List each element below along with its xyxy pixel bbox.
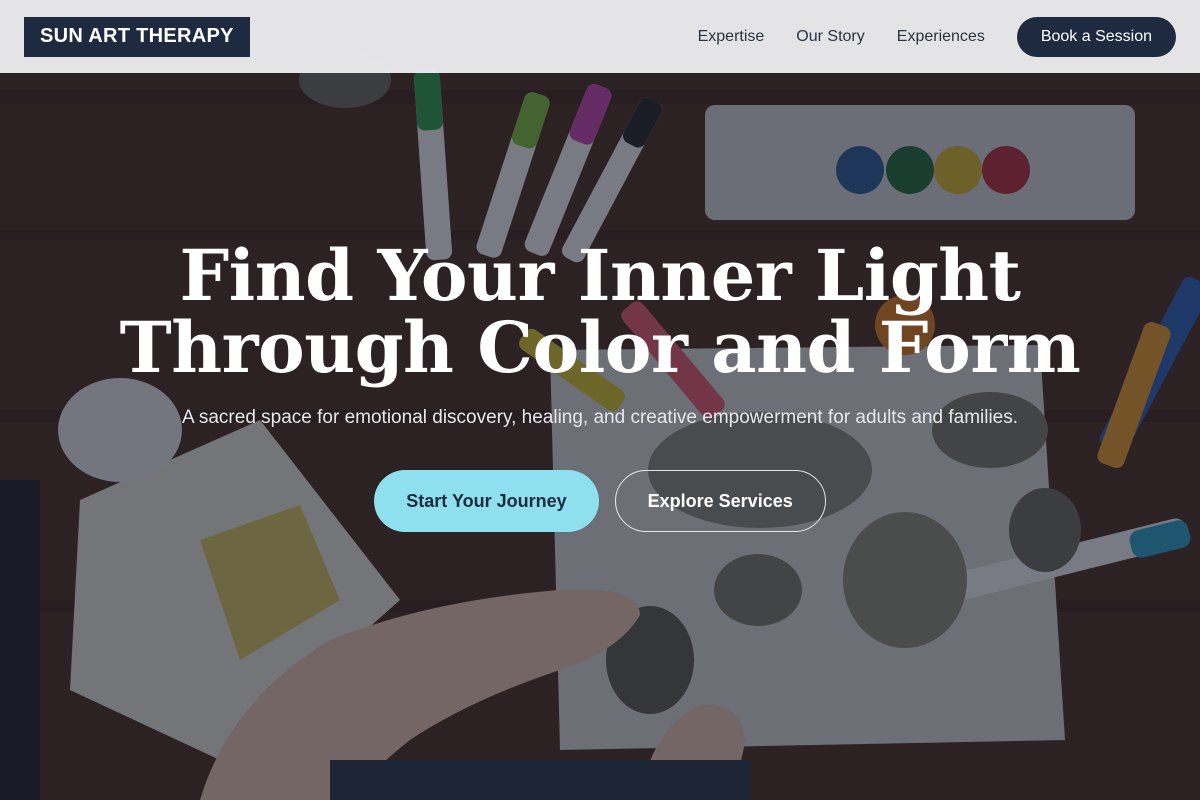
- site-header: SUN ART THERAPY Expertise Our Story Expe…: [0, 0, 1200, 73]
- hero-actions: Start Your Journey Explore Services: [0, 470, 1200, 532]
- nav-link-experiences[interactable]: Experiences: [897, 28, 985, 46]
- hero-title-line-1: Find Your Inner Light: [179, 234, 1021, 317]
- hero-title-line-2: Through Color and Form: [119, 306, 1081, 389]
- explore-services-button[interactable]: Explore Services: [614, 470, 826, 532]
- hero-subtitle: A sacred space for emotional discovery, …: [181, 407, 1019, 428]
- hero-title: Find Your Inner Light Through Color and …: [0, 240, 1200, 384]
- book-session-button[interactable]: Book a Session: [1016, 16, 1176, 57]
- nav-link-our-story[interactable]: Our Story: [796, 28, 864, 46]
- hero-content: Find Your Inner Light Through Color and …: [0, 240, 1200, 532]
- site-logo[interactable]: SUN ART THERAPY: [24, 16, 250, 57]
- nav-link-expertise[interactable]: Expertise: [698, 28, 765, 46]
- start-journey-button[interactable]: Start Your Journey: [374, 470, 599, 532]
- main-nav: Expertise Our Story Experiences Book a S…: [698, 16, 1176, 57]
